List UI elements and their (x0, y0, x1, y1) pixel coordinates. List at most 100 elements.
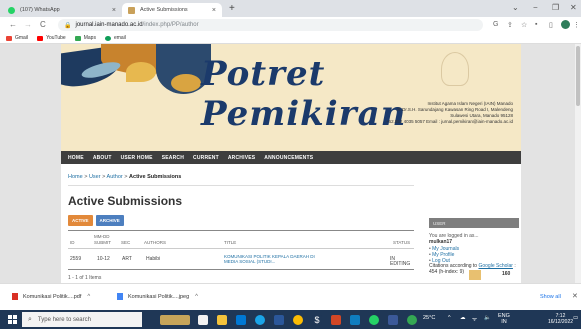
wifi-icon[interactable]: ᯤ (472, 315, 477, 323)
volume-icon[interactable]: 🔈 (484, 315, 491, 321)
divider (68, 248, 414, 249)
windows-taskbar: ⌕ Type here to search $ 25°C ^ ☁ ᯤ 🔈 ENG… (0, 310, 581, 329)
minimize-button[interactable]: − (533, 3, 538, 12)
taskbar-clock[interactable]: 7:12 16/12/2022 (548, 313, 573, 325)
sidebar-links: My Journals My Profile Log Out (429, 246, 479, 264)
page-scrollbar[interactable] (575, 44, 581, 283)
new-tab-button[interactable]: + (229, 3, 235, 14)
nav-archives[interactable]: ARCHIVES (228, 155, 255, 161)
google-scholar-link[interactable]: Google Scholar (478, 263, 512, 269)
tab-active-submissions[interactable]: Active Submissions × (122, 3, 222, 17)
app-icon[interactable] (407, 315, 417, 325)
archive-button[interactable]: ARCHIVE (95, 215, 124, 226)
nav-home[interactable]: HOME (68, 155, 84, 161)
show-all-button[interactable]: Show all (540, 294, 561, 300)
google-icon[interactable]: G (493, 21, 498, 28)
extension-icon[interactable]: ▪ (535, 21, 537, 28)
downloads-bar: Komunikasi Politik....pdf ^ Komunikasi P… (0, 283, 581, 310)
header-title: TITLE (224, 240, 237, 245)
photos-icon[interactable] (388, 315, 398, 325)
store-icon[interactable] (236, 315, 246, 325)
breadcrumb-author[interactable]: Author (107, 174, 123, 180)
banner-decoration (126, 62, 156, 82)
divider (68, 269, 414, 270)
taskbar-search-input[interactable]: ⌕ Type here to search (22, 312, 142, 327)
weather-text[interactable]: 25°C (423, 315, 435, 321)
sidebar-user-header: USER (429, 218, 519, 228)
profile-avatar[interactable] (561, 20, 570, 29)
youtube-icon (37, 35, 44, 41)
divider (68, 230, 414, 231)
network-icon[interactable]: ☁ (460, 315, 466, 321)
whatsapp-taskbar-icon[interactable] (369, 315, 379, 325)
chevron-up-icon[interactable]: ^ (87, 294, 90, 300)
nav-about[interactable]: ABOUT (93, 155, 112, 161)
tray-chevron-icon[interactable]: ^ (448, 315, 451, 321)
breadcrumb-user[interactable]: User (89, 174, 101, 180)
active-button[interactable]: ACTIVE (68, 215, 93, 226)
tab-title: (107) WhatsApp (20, 7, 60, 13)
url-path: /index.php/PP/author (142, 22, 199, 28)
bookmark-email[interactable]: email (104, 35, 126, 41)
forward-icon[interactable]: → (24, 20, 32, 29)
row-title-link[interactable]: KOMUNIKASI POLITIK KEPALA DAERAH DI MEDI… (224, 254, 315, 264)
breadcrumb-home[interactable]: Home (68, 174, 83, 180)
header-sec: SEC (121, 240, 131, 245)
row-status[interactable]: IN EDITING (390, 257, 414, 267)
page-viewport: Potret Pemikiran Institut Agama Islam Ne… (0, 44, 575, 283)
nav-user-home[interactable]: USER HOME (121, 155, 153, 161)
bookmark-youtube[interactable]: YouTube (37, 35, 66, 41)
divider (68, 185, 414, 186)
nav-search[interactable]: SEARCH (162, 155, 184, 161)
close-window-button[interactable]: ✕ (570, 3, 577, 12)
statcounter-badge[interactable] (469, 270, 481, 280)
breadcrumb-current[interactable]: Active Submissions (129, 174, 181, 180)
url-field[interactable]: 🔒 journal.iain-manado.ac.id /index.php/P… (58, 19, 483, 31)
share-icon[interactable]: ⇪ (507, 21, 513, 29)
dollar-app-icon[interactable]: $ (312, 315, 322, 325)
close-tab-icon[interactable]: × (212, 7, 216, 14)
url-host: journal.iain-manado.ac.id (75, 22, 143, 28)
language-indicator[interactable]: ENG IN (498, 313, 510, 325)
task-view-icon[interactable] (198, 315, 208, 325)
bookmark-maps[interactable]: Maps (74, 35, 96, 41)
row-id: 2559 (70, 256, 82, 262)
star-icon[interactable]: ☆ (521, 21, 527, 29)
news-widget-icon[interactable] (160, 315, 190, 325)
maximize-button[interactable]: ❐ (552, 3, 559, 12)
journal-favicon-icon (128, 6, 135, 14)
nav-announcements[interactable]: ANNOUNCEMENTS (264, 155, 313, 161)
powerpoint-icon[interactable] (331, 315, 341, 325)
maps-icon (74, 35, 81, 41)
download-item-jpeg[interactable]: Komunikasi Politik....jpeg ^ (117, 293, 198, 300)
header-submit: SUBMIT (94, 240, 112, 245)
word-icon[interactable] (274, 315, 284, 325)
notifications-icon[interactable]: ▭ (573, 315, 578, 321)
close-downloads-icon[interactable]: ✕ (572, 292, 578, 300)
reload-icon[interactable]: C (40, 20, 46, 29)
header-authors: AUTHORS (144, 240, 167, 245)
file-explorer-icon[interactable] (217, 315, 227, 325)
chrome-icon[interactable] (293, 315, 303, 325)
visitor-counter: 160 (502, 271, 511, 277)
tab-strip: (107) WhatsApp × Active Submissions × + … (0, 0, 581, 17)
tab-whatsapp[interactable]: (107) WhatsApp × (2, 3, 122, 17)
main-nav: HOME ABOUT USER HOME SEARCH CURRENT ARCH… (61, 151, 521, 164)
zoom-icon[interactable] (350, 315, 360, 325)
sidepanel-icon[interactable]: ▯ (549, 21, 553, 29)
nav-current[interactable]: CURRENT (193, 155, 219, 161)
chevron-up-icon[interactable]: ^ (195, 294, 198, 300)
tab-search-icon[interactable]: ⌄ (512, 3, 519, 12)
scrollbar-thumb[interactable] (576, 46, 580, 106)
address-bar: ← → C 🔒 journal.iain-manado.ac.id /index… (0, 17, 581, 33)
menu-icon[interactable]: ⋮ (573, 21, 580, 29)
header-submit-date: MM-DD (94, 234, 110, 239)
windows-start-icon[interactable] (8, 315, 17, 324)
edge-icon[interactable] (255, 315, 265, 325)
download-item-pdf[interactable]: Komunikasi Politik....pdf ^ (12, 293, 90, 300)
close-tab-icon[interactable]: × (112, 7, 116, 14)
bookmark-gmail[interactable]: Gmail (6, 35, 28, 41)
back-icon[interactable]: ← (9, 20, 17, 29)
row-authors: Habibi (146, 256, 161, 262)
username: mulkan17 (429, 239, 453, 245)
